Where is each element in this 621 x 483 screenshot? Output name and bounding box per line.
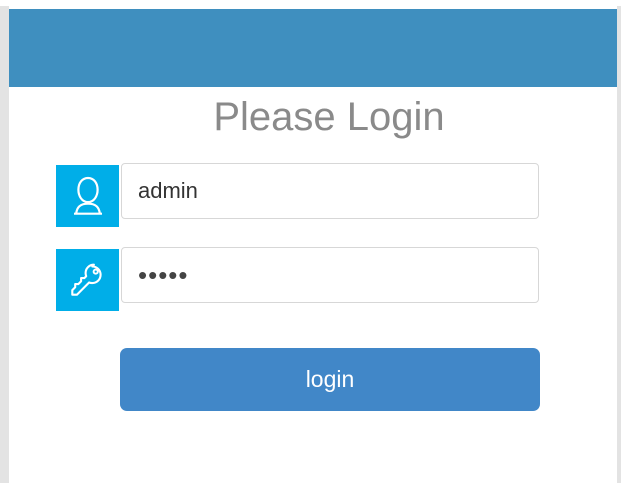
top-border bbox=[0, 0, 621, 6]
left-border bbox=[0, 6, 9, 483]
key-icon bbox=[56, 249, 119, 311]
login-button[interactable]: login bbox=[120, 348, 540, 411]
right-border bbox=[617, 6, 621, 483]
login-window: Please Login login bbox=[0, 0, 621, 483]
password-input[interactable] bbox=[121, 247, 539, 303]
header-bar bbox=[9, 9, 617, 87]
username-input[interactable] bbox=[121, 163, 539, 219]
user-icon bbox=[56, 165, 119, 227]
page-title: Please Login bbox=[213, 95, 445, 139]
